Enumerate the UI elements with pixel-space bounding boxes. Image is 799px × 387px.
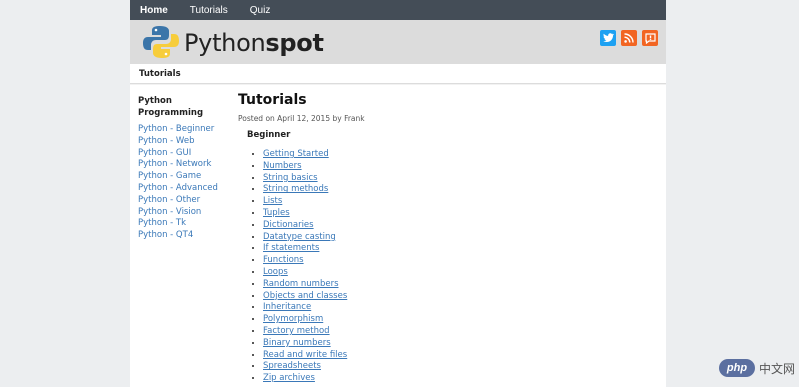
nav-home-link[interactable]: Home	[140, 5, 168, 16]
tutorial-link[interactable]: Datatype casting	[263, 232, 336, 242]
tutorial-link[interactable]: Loops	[263, 267, 288, 277]
tutorial-link[interactable]: Getting Started	[263, 149, 329, 159]
tutorial-link[interactable]: If statements	[263, 243, 319, 253]
list-item: Factory method	[263, 326, 658, 338]
watermark-badge: php	[718, 359, 755, 377]
tutorial-link[interactable]: Spreadsheets	[263, 361, 321, 371]
site-brand[interactable]: Pythonspot	[184, 29, 324, 57]
tutorial-link[interactable]: Functions	[263, 255, 304, 265]
sidebar-item: Python - Vision	[138, 207, 228, 219]
section-heading: Beginner	[247, 130, 291, 140]
nav-quiz-link[interactable]: Quiz	[250, 5, 271, 16]
python-logo-icon[interactable]	[142, 25, 180, 59]
sidebar-link-qt4[interactable]: Python - QT4	[138, 230, 193, 240]
list-item: Objects and classes	[263, 291, 658, 303]
sidebar-link-web[interactable]: Python - Web	[138, 136, 194, 146]
social-links	[600, 30, 658, 46]
tutorial-link[interactable]: Inheritance	[263, 302, 311, 312]
sidebar-item: Python - QT4	[138, 230, 228, 242]
tutorial-link[interactable]: Tuples	[263, 208, 290, 218]
brand-part1: Python	[184, 29, 266, 57]
sidebar-item: Python - Beginner	[138, 124, 228, 136]
sidebar-link-vision[interactable]: Python - Vision	[138, 207, 201, 217]
list-item: Loops	[263, 267, 658, 279]
breadcrumb: Tutorials	[130, 64, 666, 84]
sidebar-item: Python - Game	[138, 171, 228, 183]
tutorial-link[interactable]: Read and write files	[263, 350, 347, 360]
tutorial-link[interactable]: Numbers	[263, 161, 302, 171]
tutorial-link[interactable]: String methods	[263, 184, 328, 194]
list-item: String methods	[263, 184, 658, 196]
list-item: Numbers	[263, 161, 658, 173]
tutorial-link[interactable]: String basics	[263, 173, 318, 183]
top-nav: Home Tutorials Quiz	[130, 0, 666, 20]
feedback-icon[interactable]	[642, 30, 658, 46]
rss-icon[interactable]	[621, 30, 637, 46]
watermark-text: 中文网	[758, 361, 795, 376]
sidebar-item: Python - Advanced	[138, 183, 228, 195]
tutorial-link[interactable]: Dictionaries	[263, 220, 314, 230]
list-item: Datatype casting	[263, 232, 658, 244]
main-content: Tutorials Posted on April 12, 2015 by Fr…	[238, 92, 658, 385]
sidebar-item: Python - Other	[138, 195, 228, 207]
list-item: Inheritance	[263, 302, 658, 314]
list-item: Getting Started	[263, 149, 658, 161]
site-banner: Pythonspot	[130, 20, 666, 64]
list-item: Polymorphism	[263, 314, 658, 326]
brand-part2: spot	[265, 29, 324, 57]
tutorial-link[interactable]: Factory method	[263, 326, 330, 336]
page-title: Tutorials	[238, 92, 307, 108]
sidebar-link-gui[interactable]: Python - GUI	[138, 148, 191, 158]
tutorial-link[interactable]: Binary numbers	[263, 338, 331, 348]
sidebar-link-tk[interactable]: Python - Tk	[138, 218, 186, 228]
post-meta: Posted on April 12, 2015 by Frank	[238, 114, 365, 123]
list-item: Tuples	[263, 208, 658, 220]
list-item: Zip archives	[263, 373, 658, 385]
sidebar-link-other[interactable]: Python - Other	[138, 195, 200, 205]
breadcrumb-label[interactable]: Tutorials	[139, 69, 181, 79]
tutorial-link[interactable]: Lists	[263, 196, 282, 206]
page-container: Home Tutorials Quiz Pythonspot Tutorials…	[130, 0, 666, 387]
sidebar-list: Python - Beginner Python - Web Python - …	[138, 124, 228, 242]
nav-tutorials-link[interactable]: Tutorials	[190, 5, 228, 16]
list-item: Read and write files	[263, 350, 658, 362]
list-item: Spreadsheets	[263, 361, 658, 373]
sidebar-title: Python Programming	[138, 96, 204, 118]
sidebar-link-network[interactable]: Python - Network	[138, 159, 211, 169]
list-item: Binary numbers	[263, 338, 658, 350]
tutorial-list: Getting Started Numbers String basics St…	[238, 149, 658, 385]
sidebar-item: Python - Network	[138, 159, 228, 171]
sidebar-link-advanced[interactable]: Python - Advanced	[138, 183, 218, 193]
list-item: String basics	[263, 173, 658, 185]
sidebar: Python Programming Python - Beginner Pyt…	[138, 95, 228, 242]
sidebar-link-game[interactable]: Python - Game	[138, 171, 201, 181]
tutorial-link[interactable]: Zip archives	[263, 373, 315, 383]
list-item: Dictionaries	[263, 220, 658, 232]
sidebar-item: Python - GUI	[138, 148, 228, 160]
site-watermark: php 中文网	[718, 359, 795, 377]
tutorial-link[interactable]: Polymorphism	[263, 314, 323, 324]
list-item: Functions	[263, 255, 658, 267]
list-item: If statements	[263, 243, 658, 255]
sidebar-link-beginner[interactable]: Python - Beginner	[138, 124, 214, 134]
list-item: Lists	[263, 196, 658, 208]
list-item: Random numbers	[263, 279, 658, 291]
tutorial-link[interactable]: Random numbers	[263, 279, 339, 289]
sidebar-item: Python - Tk	[138, 218, 228, 230]
twitter-icon[interactable]	[600, 30, 616, 46]
sidebar-item: Python - Web	[138, 136, 228, 148]
tutorial-link[interactable]: Objects and classes	[263, 291, 347, 301]
